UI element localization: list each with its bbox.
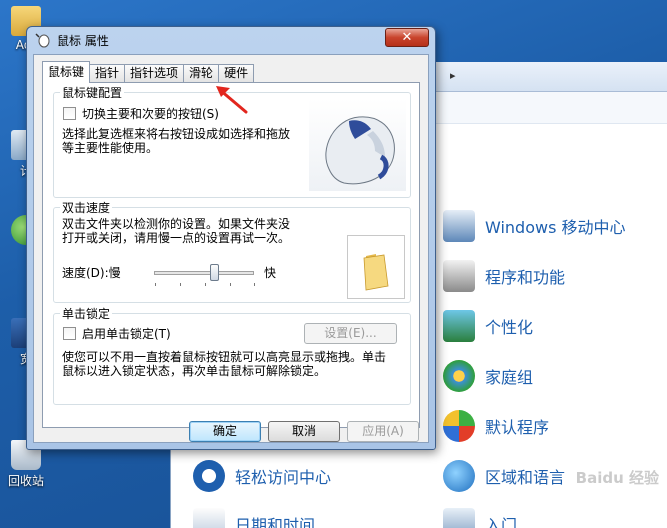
click-lock-title: 单击锁定 (60, 305, 113, 322)
cp-item-label: 日期和时间 (235, 516, 316, 528)
tab-strip: 鼠标键 指针 指针选项 滑轮 硬件 (42, 61, 255, 83)
watermark: Baidu 经验 (575, 469, 659, 487)
speed-slider-thumb[interactable] (210, 264, 219, 281)
mouse-illustration-icon (325, 116, 395, 185)
click-lock-desc-1: 使您可以不用一直按着鼠标按钮就可以高亮显示或拖拽。单击 (62, 350, 387, 364)
cp-item-ease-of-access[interactable]: 轻松访问中心 (193, 460, 331, 492)
button-config-desc-2: 等主要性能使用。 (62, 141, 159, 155)
annotation-arrow-icon (216, 86, 248, 114)
ease-of-access-icon (193, 460, 225, 492)
click-lock-label[interactable]: 启用单击锁定(T) (82, 327, 171, 341)
tab-pointer-options[interactable]: 指针选项 (124, 64, 185, 83)
slider-tick (205, 283, 206, 286)
button-config-title: 鼠标键配置 (60, 84, 125, 101)
close-button[interactable]: ✕ (385, 28, 429, 47)
date-time-icon (193, 508, 225, 528)
breadcrumb-arrow-icon[interactable]: ▸ (450, 69, 456, 82)
double-click-desc-2: 打开或关闭，请用慢一点的设置再试一次。 (62, 231, 291, 245)
cp-item-label: 入门 (485, 516, 518, 528)
homegroup-icon (443, 360, 475, 392)
tab-hardware[interactable]: 硬件 (218, 64, 255, 83)
slider-tick (230, 283, 231, 286)
cp-item-label: 个性化 (485, 318, 534, 337)
slider-tick (155, 283, 156, 286)
desktop-icon-label: 回收站 (7, 474, 44, 488)
tab-pointers[interactable]: 指针 (89, 64, 126, 83)
cp-item-region-language[interactable]: 区域和语言 (443, 460, 565, 492)
click-lock-group: 单击锁定 启用单击锁定(T) 设置(E)... 使您可以不用一直按着鼠标按钮就可… (53, 305, 411, 405)
folder-icon (363, 254, 389, 291)
mouse-preview (309, 99, 406, 191)
dialog-title: 鼠标 属性 (57, 34, 109, 48)
speed-label: 速度(D):慢 (62, 266, 121, 280)
cp-item-programs[interactable]: 程序和功能 (443, 260, 565, 292)
cp-item-date-time[interactable]: 日期和时间 (193, 508, 315, 528)
ok-button[interactable]: 确定 (189, 421, 261, 442)
dialog-titlebar[interactable]: 鼠标 属性 ✕ (27, 27, 435, 53)
cancel-button[interactable]: 取消 (268, 421, 340, 442)
mouse-icon (35, 33, 50, 48)
click-lock-checkbox[interactable] (63, 327, 76, 340)
click-lock-desc-2: 鼠标以进入锁定状态，再次单击鼠标可解除锁定。 (62, 364, 327, 378)
double-click-group: 双击速度 双击文件夹以检测你的设置。如果文件夹没 打开或关闭，请用慢一点的设置再… (53, 199, 411, 303)
cp-item-label: Windows 移动中心 (485, 218, 626, 237)
cp-item-personalization[interactable]: 个性化 (443, 310, 533, 342)
slider-tick (254, 283, 255, 286)
tab-wheel[interactable]: 滑轮 (183, 64, 220, 83)
speed-slider-track[interactable] (154, 271, 254, 275)
tab-panel-buttons: 鼠标键配置 切换主要和次要的按钮(S) 选择此复选框来将右按钮设成如选择和拖放 … (42, 82, 420, 428)
double-click-desc-1: 双击文件夹以检测你的设置。如果文件夹没 (62, 217, 291, 231)
switch-buttons-checkbox[interactable] (63, 107, 76, 120)
close-icon: ✕ (401, 30, 413, 45)
button-config-desc-1: 选择此复选框来将右按钮设成如选择和拖放 (62, 127, 291, 141)
region-language-icon (443, 460, 475, 492)
getting-started-icon (443, 508, 475, 528)
mobility-center-icon (443, 210, 475, 242)
cp-item-label: 默认程序 (485, 418, 550, 437)
click-lock-settings-button[interactable]: 设置(E)... (304, 323, 397, 344)
default-programs-icon (443, 410, 475, 442)
cp-item-label: 家庭组 (485, 368, 534, 387)
slider-tick (180, 283, 181, 286)
cp-item-label: 程序和功能 (485, 268, 566, 287)
cp-item-label: 区域和语言 (485, 468, 566, 487)
tab-buttons[interactable]: 鼠标键 (42, 61, 91, 83)
switch-buttons-label[interactable]: 切换主要和次要的按钮(S) (82, 107, 219, 121)
programs-features-icon (443, 260, 475, 292)
cp-item-mobility-center[interactable]: Windows 移动中心 (443, 210, 626, 242)
cp-item-label: 轻松访问中心 (235, 468, 332, 487)
personalization-icon (443, 310, 475, 342)
speed-fast-label: 快 (264, 266, 277, 280)
cp-item-default-programs[interactable]: 默认程序 (443, 410, 549, 442)
cp-item-getting-started[interactable]: 入门 (443, 508, 517, 528)
test-folder-area[interactable] (347, 235, 405, 299)
cp-item-homegroup[interactable]: 家庭组 (443, 360, 533, 392)
apply-button[interactable]: 应用(A) (347, 421, 419, 442)
double-click-title: 双击速度 (60, 199, 113, 216)
